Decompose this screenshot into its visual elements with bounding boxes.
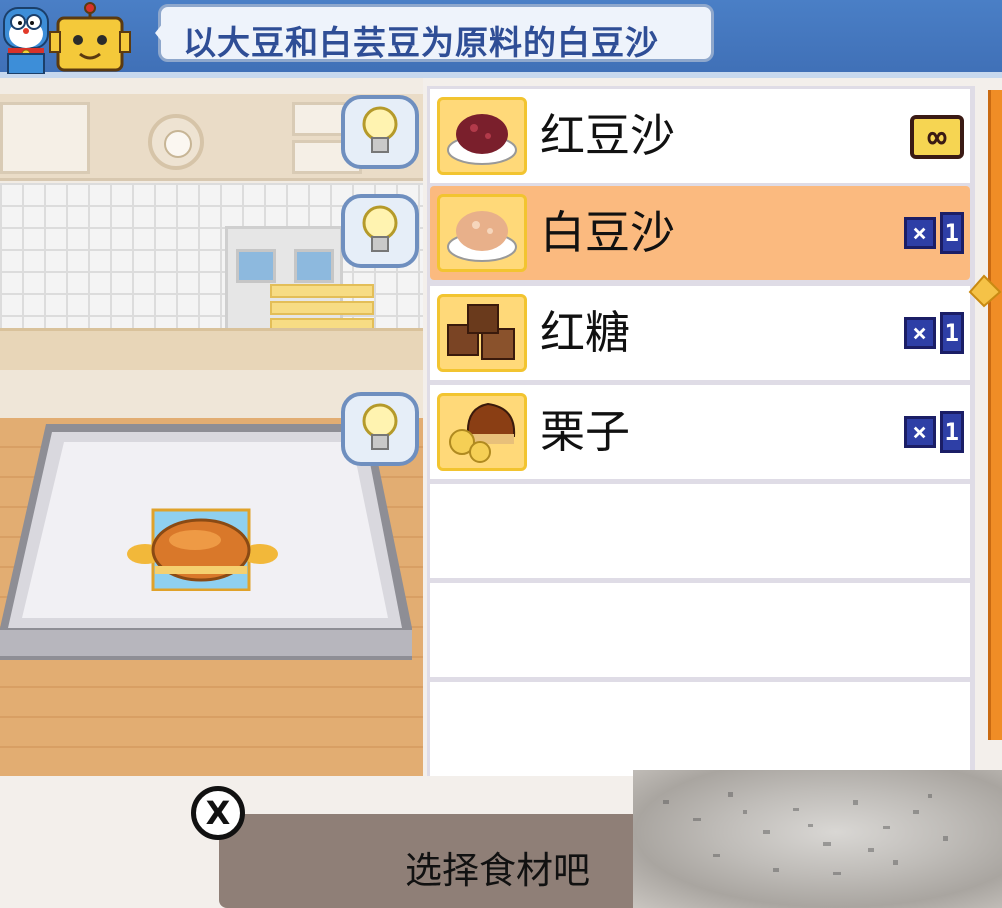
select-ingredient-prompt: 选择食材吧 bbox=[405, 849, 590, 892]
red-bean-paste-icon bbox=[437, 97, 527, 175]
ingredient-name: 白豆沙 bbox=[540, 206, 676, 259]
list-scrollbar[interactable] bbox=[988, 90, 1002, 740]
quantity-badge: × 1 bbox=[903, 212, 964, 254]
chestnut-icon bbox=[437, 393, 527, 471]
quantity-badge: × 1 bbox=[903, 411, 964, 453]
ingredient-row-chestnut[interactable]: 栗子 × 1 bbox=[430, 385, 970, 479]
multiply-icon: × bbox=[903, 416, 936, 448]
scroll-thumb-icon[interactable] bbox=[966, 274, 1002, 308]
robot-character-icon bbox=[49, 2, 131, 72]
infinite-quantity-badge: ∞ bbox=[910, 115, 964, 159]
quantity-value: 1 bbox=[939, 312, 964, 354]
recipe-hint-text: 以大豆和白芸豆为原料的白豆沙 bbox=[183, 23, 659, 62]
ingredient-name: 红糖 bbox=[540, 306, 631, 359]
dorayaki-dish-icon bbox=[127, 508, 278, 591]
kitchen-counter bbox=[0, 328, 423, 376]
ingredient-list[interactable]: 红豆沙 ∞ 白豆沙 × 1 红糖 × 1 栗子 × 1 bbox=[427, 86, 975, 776]
quantity-value: 1 bbox=[939, 411, 964, 453]
ingredient-row-red-bean-paste[interactable]: 红豆沙 ∞ bbox=[430, 89, 970, 183]
empty-ingredient-slot[interactable] bbox=[430, 484, 970, 578]
ingredient-name: 红豆沙 bbox=[540, 109, 676, 162]
quantity-badge: × 1 bbox=[903, 312, 964, 354]
brown-sugar-icon bbox=[437, 294, 527, 372]
multiply-icon: × bbox=[903, 217, 936, 249]
top-banner: 以大豆和白芸豆为原料的白豆沙 bbox=[0, 0, 1002, 78]
wall-clock-icon bbox=[148, 114, 204, 170]
ingredient-name: 栗子 bbox=[540, 405, 631, 458]
ingredient-row-white-bean-paste[interactable]: 白豆沙 × 1 bbox=[430, 186, 970, 280]
hint-lightbulb-icon[interactable] bbox=[340, 193, 420, 269]
obscured-region bbox=[633, 770, 1002, 908]
empty-ingredient-slot[interactable] bbox=[430, 682, 970, 776]
hint-lightbulb-icon[interactable] bbox=[340, 391, 420, 467]
ingredient-row-brown-sugar[interactable]: 红糖 × 1 bbox=[430, 286, 970, 380]
close-button[interactable]: X bbox=[191, 786, 245, 840]
multiply-icon: × bbox=[903, 317, 936, 349]
hint-lightbulb-icon[interactable] bbox=[340, 94, 420, 170]
cat-character-icon bbox=[3, 7, 49, 74]
white-bean-paste-icon bbox=[437, 194, 527, 272]
quantity-value: 1 bbox=[939, 212, 964, 254]
empty-ingredient-slot[interactable] bbox=[430, 583, 970, 677]
hint-speech-bubble: 以大豆和白芸豆为原料的白豆沙 bbox=[155, 4, 714, 62]
